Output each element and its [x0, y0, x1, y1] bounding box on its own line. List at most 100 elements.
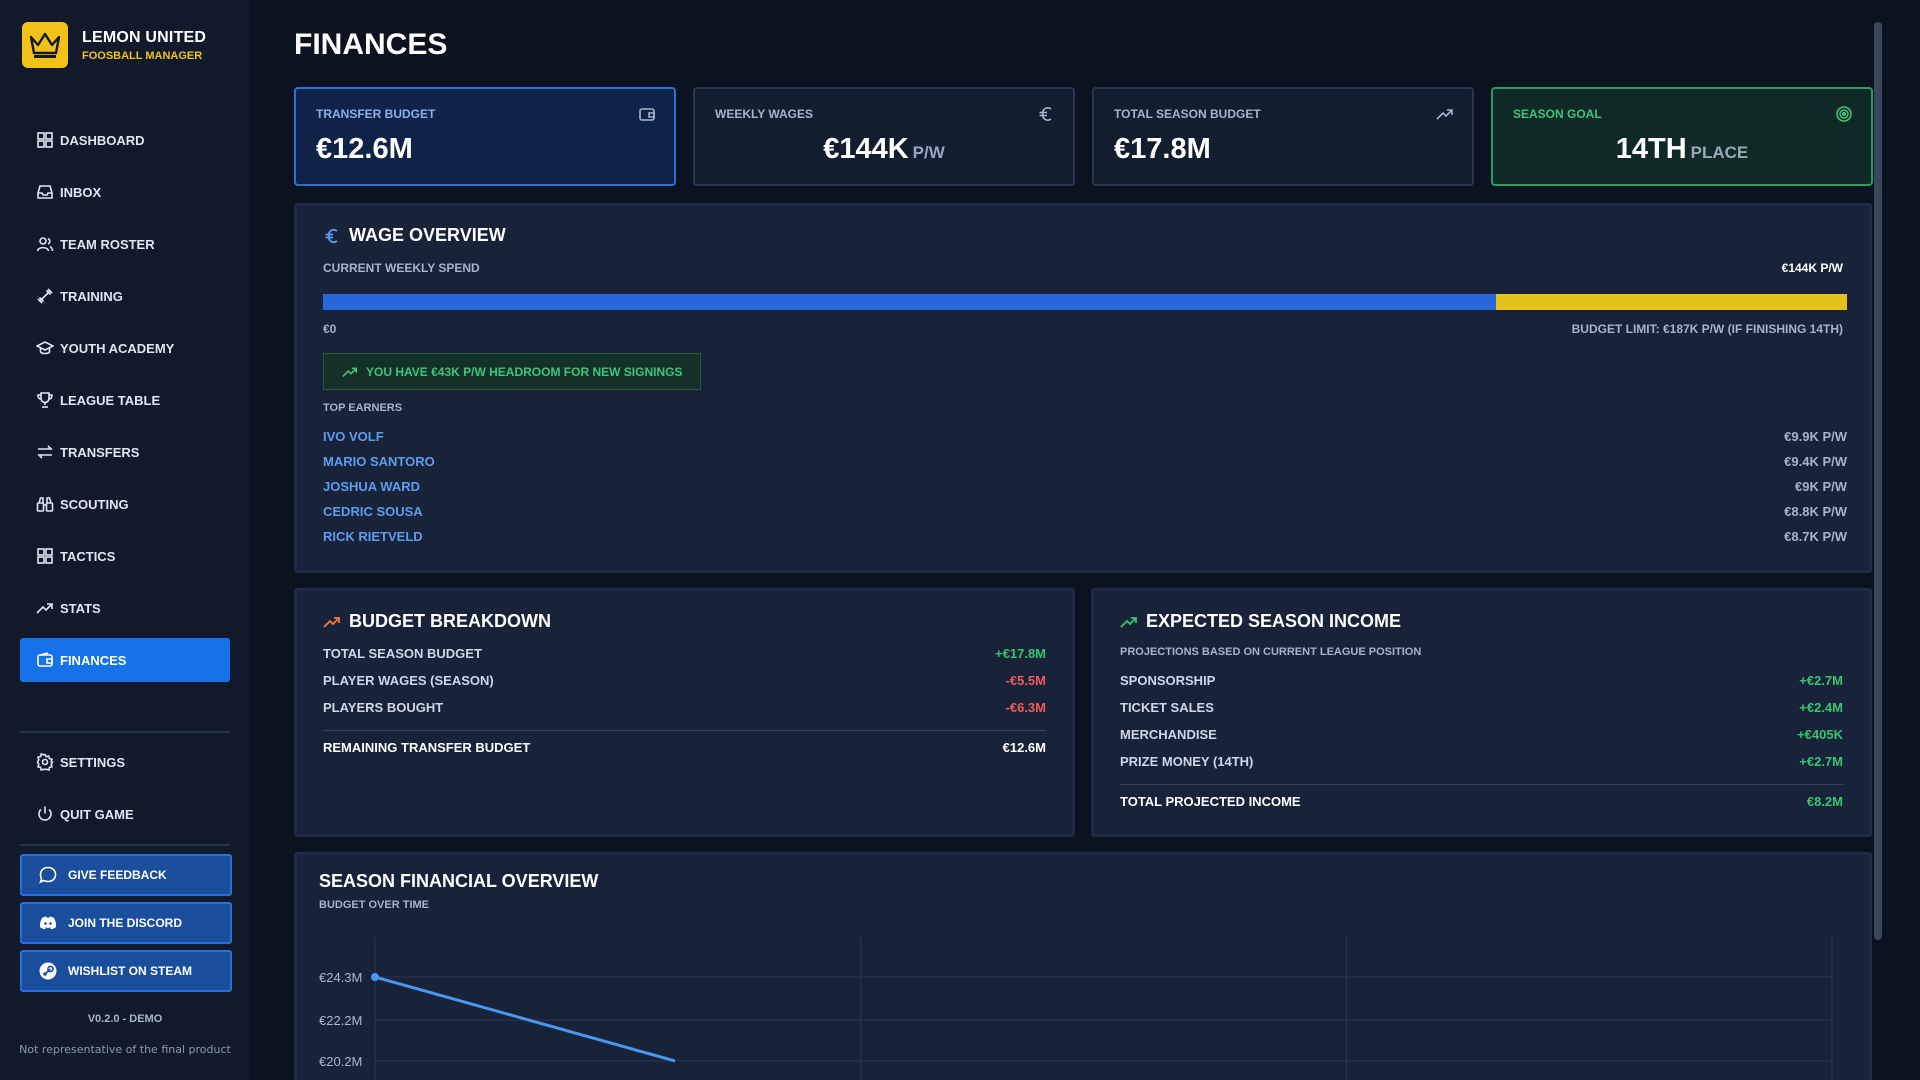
- nav-item-stats[interactable]: STATS: [20, 586, 230, 630]
- disclaimer-text: Not representative of the final product: [19, 1043, 231, 1056]
- budget-breakdown-panel: BUDGET BREAKDOWN TOTAL SEASON BUDGET +€17…: [294, 588, 1075, 837]
- wage-progress-fill: [323, 294, 1497, 310]
- nav-item-label: TEAM ROSTER: [60, 236, 155, 252]
- earner-name[interactable]: RICK RIETVELD: [323, 529, 423, 551]
- budget-row-label: PLAYERS BOUGHT: [323, 700, 444, 715]
- budget-row: TOTAL SEASON BUDGET +€17.8M: [323, 646, 1046, 668]
- sidebar-divider: [20, 731, 230, 733]
- earner-name[interactable]: MARIO SANTORO: [323, 454, 435, 476]
- top-earners-label: TOP EARNERS: [323, 402, 403, 414]
- income-row: PRIZE MONEY (14TH) +€2.7M: [1120, 754, 1843, 776]
- power-icon: [38, 806, 52, 821]
- earner-name[interactable]: JOSHUA WARD: [323, 479, 420, 501]
- nav-item-youth-academy[interactable]: YOUTH ACADEMY: [20, 326, 230, 370]
- panel-title: BUDGET BREAKDOWN: [323, 611, 551, 632]
- nav-item-quit-game[interactable]: QUIT GAME: [20, 792, 230, 836]
- nav-item-label: STATS: [60, 600, 101, 616]
- budget-over-time-chart: €24.3M €22.2M €20.2M: [319, 937, 1833, 1080]
- chart-data-point[interactable]: [371, 973, 379, 981]
- income-row-value: +€2.7M: [1799, 673, 1843, 688]
- stat-value: €144K: [823, 133, 909, 165]
- budget-row-value: -€6.3M: [1005, 700, 1046, 715]
- nav-item-label: SETTINGS: [60, 754, 126, 770]
- stat-value-wrap: €144K P/W: [695, 133, 1073, 166]
- nav-item-league-table[interactable]: LEAGUE TABLE: [20, 378, 230, 422]
- earner-row[interactable]: IVO VOLF €9.9K P/W: [323, 429, 1847, 451]
- nav-item-inbox[interactable]: INBOX: [20, 170, 230, 214]
- page-title: FINANCES: [294, 28, 448, 61]
- wishlist-steam-label: WISHLIST ON STEAM: [68, 964, 192, 978]
- nav-item-training[interactable]: TRAINING: [20, 274, 230, 318]
- stat-unit: PLACE: [1690, 143, 1749, 162]
- euro-icon: [325, 228, 338, 243]
- nav-item-finances[interactable]: FINANCES: [20, 638, 230, 682]
- budget-row-value: -€5.5M: [1005, 673, 1046, 688]
- stat-label: SEASON GOAL: [1513, 107, 1602, 121]
- chart-y-tick-label: €22.2M: [319, 1013, 362, 1028]
- earner-wage: €9.4K P/W: [1784, 454, 1847, 469]
- earner-row[interactable]: JOSHUA WARD €9K P/W: [323, 479, 1847, 501]
- nav-item-tactics[interactable]: TACTICS: [20, 534, 230, 578]
- nav-item-scouting[interactable]: SCOUTING: [20, 482, 230, 526]
- budget-row-label: TOTAL SEASON BUDGET: [323, 646, 482, 661]
- income-row: SPONSORSHIP +€2.7M: [1120, 673, 1843, 695]
- nav-item-settings[interactable]: SETTINGS: [20, 740, 230, 784]
- stat-value: 14TH: [1615, 133, 1687, 165]
- season-goal-card: SEASON GOAL 14TH PLACE: [1491, 87, 1873, 186]
- expected-income-panel: EXPECTED SEASON INCOME PROJECTIONS BASED…: [1091, 588, 1872, 837]
- wallet-icon: [37, 652, 53, 667]
- current-weekly-spend-label: CURRENT WEEKLY SPEND: [323, 261, 480, 275]
- earner-name[interactable]: IVO VOLF: [323, 429, 384, 451]
- income-row-value: +€405K: [1797, 727, 1843, 742]
- give-feedback-button[interactable]: GIVE FEEDBACK: [20, 854, 232, 896]
- nav-item-dashboard[interactable]: DASHBOARD: [20, 118, 230, 162]
- earner-row[interactable]: CEDRIC SOUSA €8.8K P/W: [323, 504, 1847, 526]
- sidebar: LEMON UNITED FOOSBALL MANAGER DASHBOARD …: [0, 0, 250, 1080]
- binoculars-icon: [36, 497, 54, 512]
- nav-item-label: YOUTH ACADEMY: [60, 340, 175, 356]
- brand: LEMON UNITED FOOSBALL MANAGER: [22, 22, 206, 68]
- nav-item-label: FINANCES: [60, 652, 127, 668]
- wage-progress-bar: [323, 294, 1847, 310]
- income-row: MERCHANDISE +€405K: [1120, 727, 1843, 749]
- earner-wage: €9.9K P/W: [1784, 429, 1847, 444]
- app-title: LEMON UNITED: [82, 28, 207, 46]
- wallet-icon: [639, 108, 655, 121]
- nav-item-label: TRANSFERS: [60, 444, 140, 460]
- scrollbar-thumb[interactable]: [1874, 22, 1882, 940]
- chart-y-tick-label: €20.2M: [319, 1054, 362, 1069]
- current-weekly-spend-value: €144K P/W: [1781, 261, 1843, 275]
- grid-icon: [37, 132, 53, 148]
- nav-item-label: SCOUTING: [60, 496, 129, 512]
- stat-value-wrap: 14TH PLACE: [1493, 133, 1871, 166]
- grid-icon: [37, 548, 53, 564]
- budget-breakdown-title: BUDGET BREAKDOWN: [349, 611, 551, 631]
- main-nav: DASHBOARD INBOX TEAM ROSTER TRAINING YOU…: [20, 118, 230, 690]
- nav-item-label: TRAINING: [60, 288, 123, 304]
- earner-name[interactable]: CEDRIC SOUSA: [323, 504, 423, 526]
- wage-overview-title: WAGE OVERVIEW: [349, 225, 506, 245]
- row-divider: [1120, 784, 1843, 785]
- income-row: TICKET SALES +€2.4M: [1120, 700, 1843, 722]
- nav-item-team-roster[interactable]: TEAM ROSTER: [20, 222, 230, 266]
- earner-row[interactable]: MARIO SANTORO €9.4K P/W: [323, 454, 1847, 476]
- inbox-icon: [37, 185, 53, 199]
- trending-up-icon: [1120, 616, 1137, 628]
- panel-title: WAGE OVERVIEW: [323, 225, 506, 246]
- income-row-label: PRIZE MONEY (14TH): [1120, 754, 1254, 769]
- users-icon: [36, 237, 54, 252]
- stat-value: €17.8M: [1114, 133, 1211, 165]
- income-row-label: SPONSORSHIP: [1120, 673, 1216, 688]
- chat-bubble-icon: [39, 866, 57, 884]
- join-discord-button[interactable]: JOIN THE DISCORD: [20, 902, 232, 944]
- wishlist-steam-button[interactable]: WISHLIST ON STEAM: [20, 950, 232, 992]
- budget-row-label: PLAYER WAGES (SEASON): [323, 673, 494, 688]
- nav-item-transfers[interactable]: TRANSFERS: [20, 430, 230, 474]
- total-season-budget-card: TOTAL SEASON BUDGET €17.8M: [1092, 87, 1474, 186]
- weekly-wages-card: WEEKLY WAGES €144K P/W: [693, 87, 1075, 186]
- row-divider: [323, 730, 1046, 731]
- wage-overview-panel: WAGE OVERVIEW CURRENT WEEKLY SPEND €144K…: [294, 203, 1872, 573]
- earner-row[interactable]: RICK RIETVELD €8.7K P/W: [323, 529, 1847, 551]
- budget-row-value: +€17.8M: [995, 646, 1046, 661]
- nav-item-label: LEAGUE TABLE: [60, 392, 161, 408]
